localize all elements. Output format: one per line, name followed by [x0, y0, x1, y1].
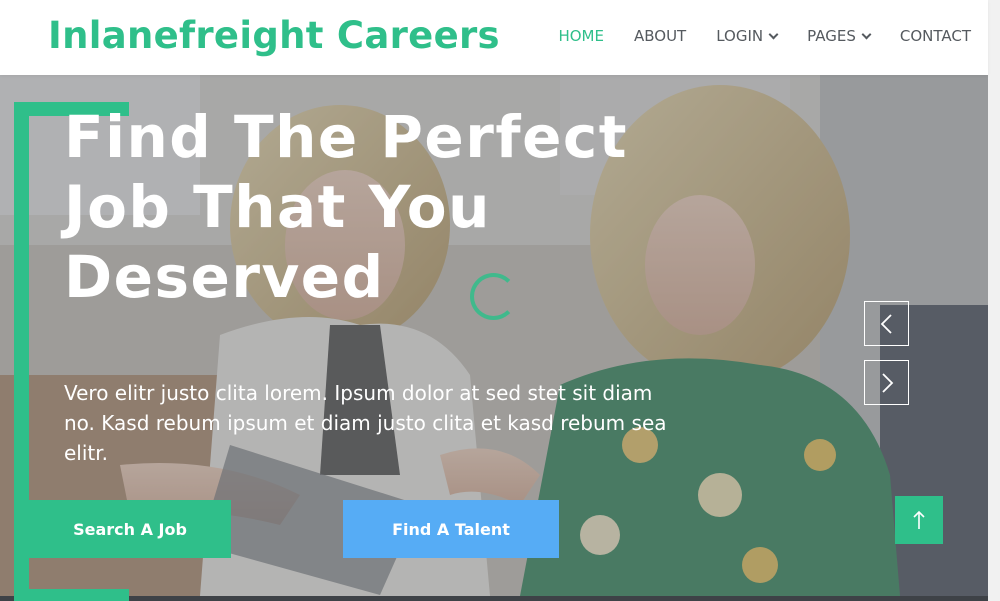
chevron-left-icon	[880, 313, 892, 334]
carousel-next-button[interactable]	[864, 360, 909, 405]
nav-pages-label: PAGES	[807, 27, 856, 45]
nav-pages[interactable]: PAGES	[807, 27, 872, 45]
carousel-prev-button[interactable]	[864, 301, 909, 346]
back-to-top-button[interactable]	[895, 496, 943, 544]
main-nav: HOME ABOUT LOGIN PAGES CONTACT	[528, 27, 971, 45]
nav-contact[interactable]: CONTACT	[900, 27, 971, 45]
navbar: Inlanefreight Careers HOME ABOUT LOGIN P…	[0, 0, 988, 75]
chevron-down-icon	[768, 29, 779, 39]
nav-home-label: HOME	[558, 27, 604, 45]
spinner-icon	[470, 273, 517, 320]
arrow-up-icon	[913, 510, 925, 529]
chevron-down-icon	[861, 29, 872, 39]
nav-home[interactable]: HOME	[558, 27, 604, 45]
search-job-button[interactable]: Search A Job	[29, 500, 231, 558]
hero-title: Find The Perfect Job That You Deserved	[64, 103, 629, 311]
accent-frame-bottom	[14, 589, 129, 601]
accent-frame-left	[14, 102, 29, 600]
nav-login[interactable]: LOGIN	[716, 27, 779, 45]
nav-about-label: ABOUT	[633, 27, 687, 45]
scrollbar[interactable]	[988, 0, 1000, 601]
chevron-right-icon	[881, 372, 893, 393]
hero-bottom-edge	[0, 596, 988, 601]
hero-description: Vero elitr justo clita lorem. Ipsum dolo…	[64, 381, 667, 465]
nav-login-label: LOGIN	[716, 27, 764, 45]
find-talent-button[interactable]: Find A Talent	[343, 500, 559, 558]
nav-about[interactable]: ABOUT	[634, 27, 686, 45]
nav-contact-label: CONTACT	[899, 27, 971, 45]
brand-logo[interactable]: Inlanefreight Careers	[48, 14, 500, 57]
